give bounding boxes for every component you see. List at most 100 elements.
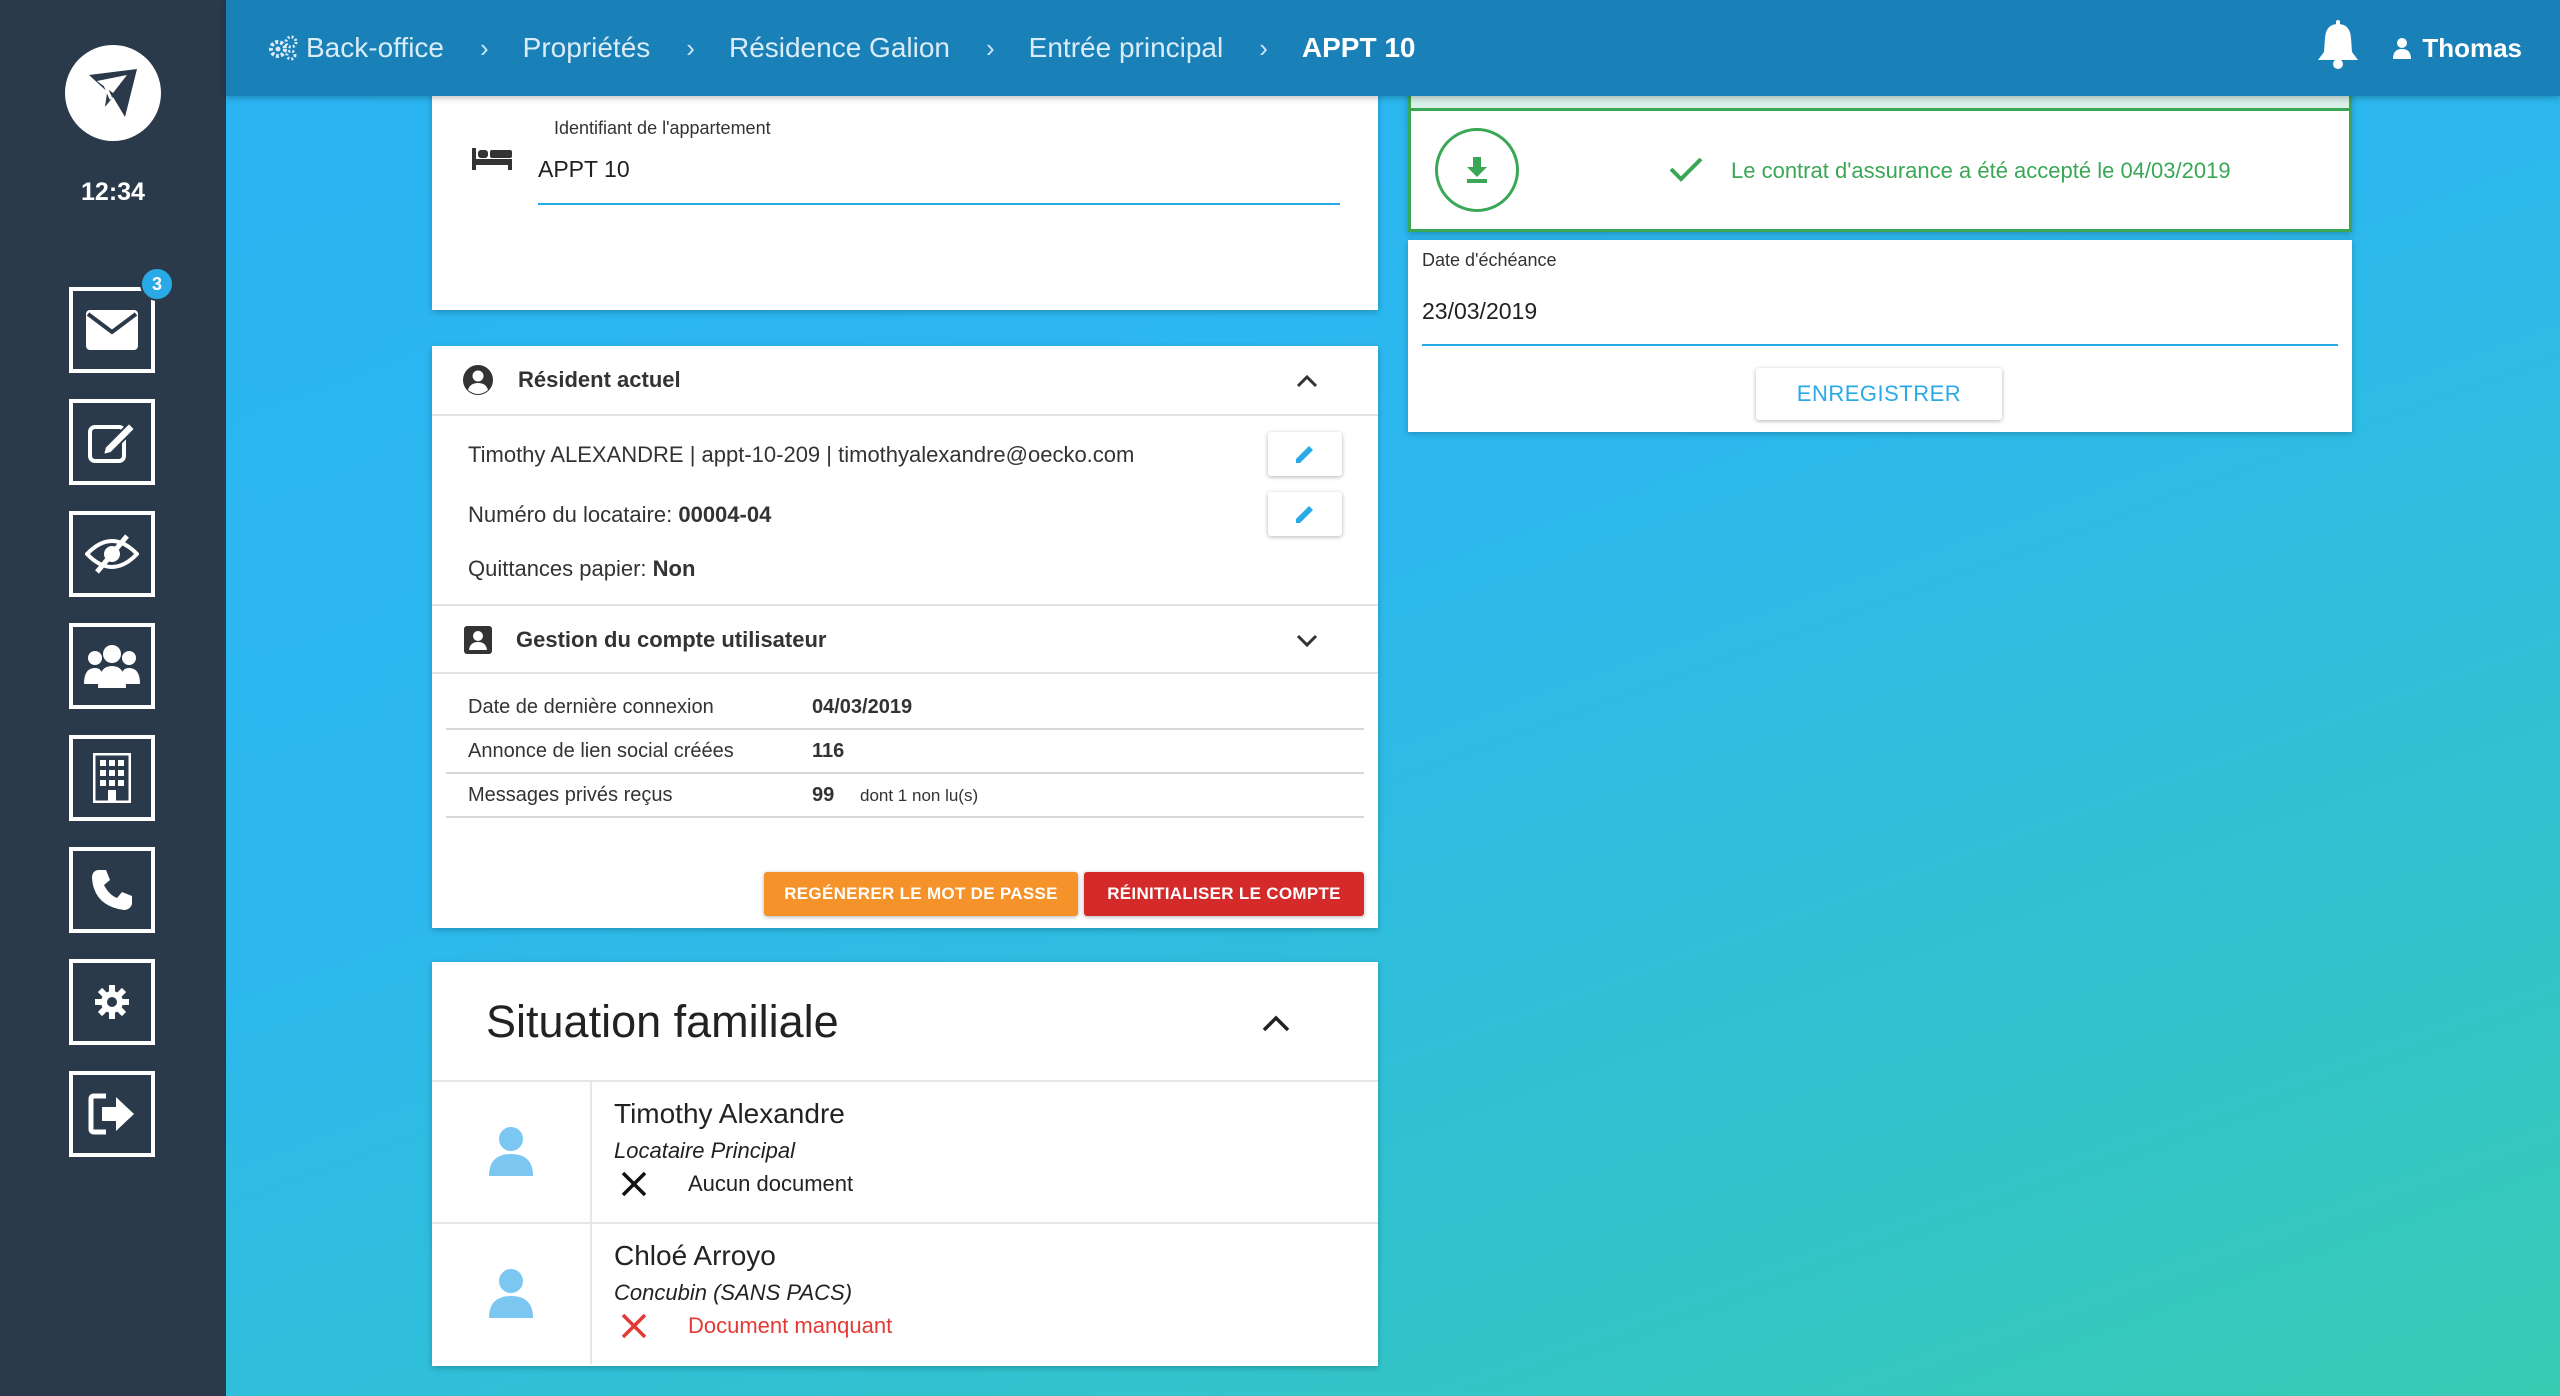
row-value: 116 <box>812 740 845 762</box>
edit-tenant-number-button[interactable] <box>1268 492 1342 536</box>
logout-icon <box>88 1093 134 1135</box>
sidebar-item-logout[interactable] <box>69 1071 155 1157</box>
resident-card: Résident actuel Timothy ALEXANDRE | appt… <box>432 346 1378 928</box>
breadcrumb-current: APPT 10 <box>1302 32 1416 64</box>
close-icon <box>621 1313 647 1339</box>
chevron-right-icon: › <box>686 32 695 63</box>
due-date-underline <box>1422 344 2338 346</box>
sidebar-item-mail[interactable] <box>69 287 155 373</box>
table-row: Messages privés reçus 99 dont 1 non lu(s… <box>446 774 1364 818</box>
sidebar-item-visibility[interactable] <box>69 511 155 597</box>
chevron-right-icon: › <box>480 32 489 63</box>
apartment-id-underline <box>538 203 1340 205</box>
user-name: Thomas <box>2422 32 2522 63</box>
building-icon <box>93 753 131 803</box>
breadcrumb: Back-office › Propriétés › Résidence Gal… <box>268 0 1416 96</box>
chevron-right-icon: › <box>1259 32 1268 63</box>
person-icon <box>489 1127 533 1176</box>
sidebar-item-phone[interactable] <box>69 847 155 933</box>
edit-icon <box>88 421 137 463</box>
sidebar: 12:34 3 <box>0 0 226 1396</box>
doc-status-text: Document manquant <box>688 1313 893 1338</box>
paper-receipts-value: Non <box>652 556 696 581</box>
avatar <box>432 1224 592 1364</box>
user-icon <box>2393 38 2412 59</box>
resident-info-line: Timothy ALEXANDRE | appt-10-209 | timoth… <box>468 442 1135 467</box>
regenerate-password-button[interactable]: REGÉNERER LE MOT DE PASSE <box>764 872 1078 916</box>
apartment-card: Identifiant de l'appartement APPT 10 <box>432 60 1378 310</box>
app-logo[interactable] <box>65 45 161 141</box>
tenant-number: Numéro du locataire: 00004-04 <box>468 502 771 528</box>
sidebar-item-building[interactable] <box>69 735 155 821</box>
account-section-title: Gestion du compte utilisateur <box>516 627 827 652</box>
edit-resident-button[interactable] <box>1268 432 1342 476</box>
insurance-due-card: Date d'échéance 23/03/2019 ENREGISTRER <box>1408 240 2352 432</box>
doc-status-text: Aucun document <box>688 1171 854 1196</box>
phone-icon <box>92 870 132 910</box>
chevron-up-icon[interactable] <box>1262 1014 1290 1032</box>
divider <box>1411 108 2349 111</box>
contact-card-icon <box>464 626 492 654</box>
resident-section-header[interactable]: Résident actuel <box>432 346 1378 414</box>
family-section-title: Situation familiale <box>486 996 839 1047</box>
account-section-header[interactable]: Gestion du compte utilisateur <box>432 606 1378 674</box>
avatar <box>432 1082 592 1222</box>
row-label: Messages privés reçus <box>468 784 673 806</box>
sidebar-item-edit[interactable] <box>69 399 155 485</box>
paper-receipts-label: Quittances papier: <box>468 556 647 581</box>
paper-receipts: Quittances papier: Non <box>468 556 695 582</box>
bed-icon <box>472 148 512 170</box>
table-row: Date de dernière connexion 04/03/2019 <box>446 686 1364 730</box>
breadcrumb-label: Propriétés <box>522 32 651 63</box>
users-icon <box>84 645 140 688</box>
save-button[interactable]: ENREGISTRER <box>1756 368 2002 420</box>
gear-icon <box>95 985 129 1019</box>
eye-slash-icon <box>85 534 139 574</box>
breadcrumb-entree[interactable]: Entrée principal <box>1029 32 1224 64</box>
sidebar-item-settings[interactable] <box>69 959 155 1045</box>
breadcrumb-back-office[interactable]: Back-office <box>268 32 444 64</box>
list-item[interactable]: Chloé Arroyo Concubin (SANS PACS) Docume… <box>432 1222 1378 1364</box>
user-circle-icon <box>463 365 493 395</box>
close-icon <box>621 1171 647 1197</box>
divider <box>432 672 1378 674</box>
member-name: Timothy Alexandre <box>614 1098 845 1129</box>
breadcrumb-proprietes[interactable]: Propriétés <box>523 32 651 64</box>
breadcrumb-label: Résidence Galion <box>728 32 950 63</box>
member-role: Locataire Principal <box>614 1138 795 1163</box>
member-doc-status: Aucun document <box>614 1170 853 1198</box>
row-label: Annonce de lien social créées <box>468 740 734 762</box>
breadcrumb-label: APPT 10 <box>1301 32 1416 63</box>
clock: 12:34 <box>81 178 145 206</box>
member-name: Chloé Arroyo <box>614 1240 776 1271</box>
chevron-right-icon: › <box>986 32 995 63</box>
row-value: 04/03/2019 <box>812 696 913 718</box>
row-value: 99 <box>812 784 835 806</box>
sidebar-item-users[interactable] <box>69 623 155 709</box>
bell-icon[interactable] <box>2316 20 2360 70</box>
download-button[interactable] <box>1435 128 1519 212</box>
gears-icon <box>269 35 298 61</box>
reset-account-button[interactable]: RÉINITIALISER LE COMPTE <box>1084 872 1364 916</box>
list-item[interactable]: Timothy Alexandre Locataire Principal Au… <box>432 1080 1378 1222</box>
tenant-number-label: Numéro du locataire: <box>468 502 673 527</box>
check-icon <box>1669 157 1703 182</box>
chevron-down-icon <box>1296 634 1318 648</box>
row-note: dont 1 non lu(s) <box>860 786 979 805</box>
breadcrumb-label: Entrée principal <box>1028 32 1224 63</box>
apartment-id-label: Identifiant de l'appartement <box>554 118 771 138</box>
due-date-input[interactable]: 23/03/2019 <box>1422 298 1537 325</box>
due-date-label: Date d'échéance <box>1422 250 1557 270</box>
user-menu[interactable]: Thomas <box>2392 0 2522 96</box>
resident-section-title: Résident actuel <box>518 367 681 392</box>
family-card: Situation familiale Timothy Alexandre Lo… <box>432 962 1378 1366</box>
breadcrumb-label: Back-office <box>306 32 444 63</box>
breadcrumb-residence[interactable]: Résidence Galion <box>729 32 950 64</box>
pencil-icon <box>1296 446 1313 463</box>
person-icon <box>489 1269 533 1318</box>
pencil-icon <box>1296 506 1313 523</box>
envelope-icon <box>86 310 138 350</box>
apartment-id-input[interactable]: APPT 10 <box>538 156 630 183</box>
paper-plane-logo-icon <box>89 69 137 117</box>
download-icon <box>1467 157 1487 183</box>
